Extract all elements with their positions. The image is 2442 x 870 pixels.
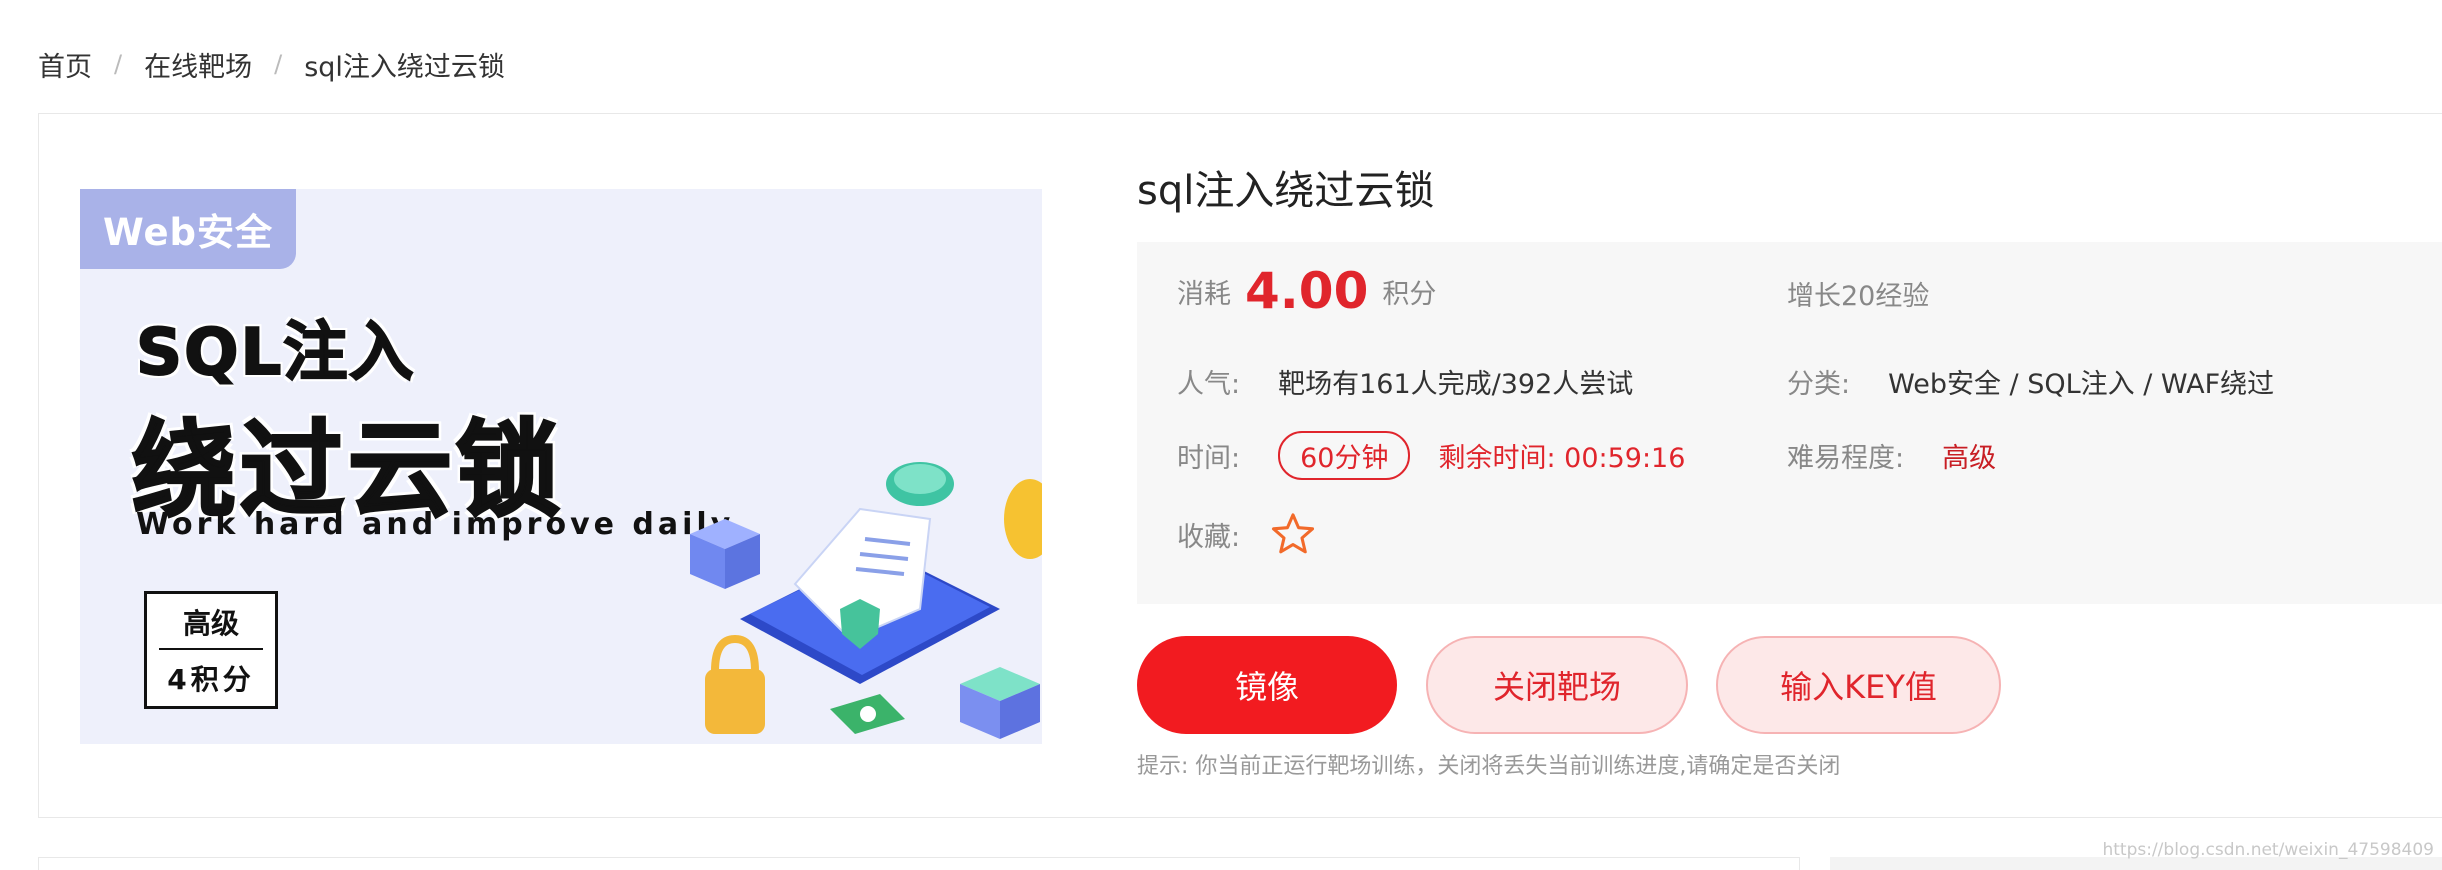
info-panel: 消耗 4.00 积分 增长20经验 人气: 靶场有161人完成/392人尝试 分… xyxy=(1137,242,2442,604)
popularity-label: 人气: xyxy=(1177,369,1241,400)
remaining-time: 剩余时间: 00:59:16 xyxy=(1438,443,1686,474)
star-icon[interactable] xyxy=(1270,512,1316,556)
cost-unit: 积分 xyxy=(1382,278,1437,310)
breadcrumb-range-list[interactable]: 在线靶场 xyxy=(144,45,252,84)
difficulty-row: 难易程度: 高级 xyxy=(1787,436,1996,475)
cover-slogan: Work hard and improve daily xyxy=(136,507,735,542)
breadcrumb-separator: / xyxy=(114,50,123,78)
category-label: 分类: xyxy=(1787,369,1851,400)
cover-image: Web安全 SQL注入 绕过云锁 Work hard and improve d… xyxy=(80,189,1042,744)
cover-points: 4积分 xyxy=(167,663,255,696)
exp-row: 增长20经验 xyxy=(1787,274,1929,313)
breadcrumb-current: sql注入绕过云锁 xyxy=(304,51,505,83)
breadcrumb-separator: / xyxy=(274,50,283,78)
cover-illustration xyxy=(690,462,1042,739)
favorite-row: 收藏: xyxy=(1177,512,1316,556)
breadcrumb: 首页 / 在线靶场 / sql注入绕过云锁 xyxy=(38,44,505,84)
duration-badge: 60分钟 xyxy=(1278,431,1411,480)
cover-tag: Web安全 xyxy=(80,189,296,269)
range-title: sql注入绕过云锁 xyxy=(1137,168,1435,214)
popularity-value: 靶场有161人完成/392人尝试 xyxy=(1278,369,1634,400)
time-row: 时间: 60分钟 剩余时间: 00:59:16 xyxy=(1177,431,1685,480)
cover-level: 高级 xyxy=(159,602,263,650)
cost-label: 消耗 xyxy=(1177,278,1231,310)
category-row: 分类: Web安全 / SQL注入 / WAF绕过 xyxy=(1787,362,2274,401)
cover-level-box: 高级 4积分 xyxy=(144,591,278,709)
lower-card xyxy=(38,857,1800,870)
watermark: https://blog.csdn.net/weixin_47598409 xyxy=(2102,840,2434,860)
breadcrumb-home[interactable]: 首页 xyxy=(38,45,92,84)
popularity-row: 人气: 靶场有161人完成/392人尝试 xyxy=(1177,362,1633,401)
difficulty-value: 高级 xyxy=(1942,443,1997,474)
cover-heading-line1: SQL注入 xyxy=(135,315,416,391)
difficulty-label: 难易程度: xyxy=(1787,443,1905,474)
time-label: 时间: xyxy=(1177,443,1241,474)
enter-key-button[interactable]: 输入KEY值 xyxy=(1716,636,2001,734)
close-range-button[interactable]: 关闭靶场 xyxy=(1426,636,1688,734)
category-value: Web安全 / SQL注入 / WAF绕过 xyxy=(1888,369,2275,400)
cost-value: 4.00 xyxy=(1245,262,1369,320)
close-tip: 提示: 你当前正运行靶场训练，关闭将丢失当前训练进度,请确定是否关闭 xyxy=(1137,754,1841,779)
cost-row: 消耗 4.00 积分 xyxy=(1177,262,1436,320)
exp-value: 增长20经验 xyxy=(1787,281,1930,312)
mirror-button[interactable]: 镜像 xyxy=(1137,636,1397,734)
favorite-label: 收藏: xyxy=(1177,521,1241,553)
